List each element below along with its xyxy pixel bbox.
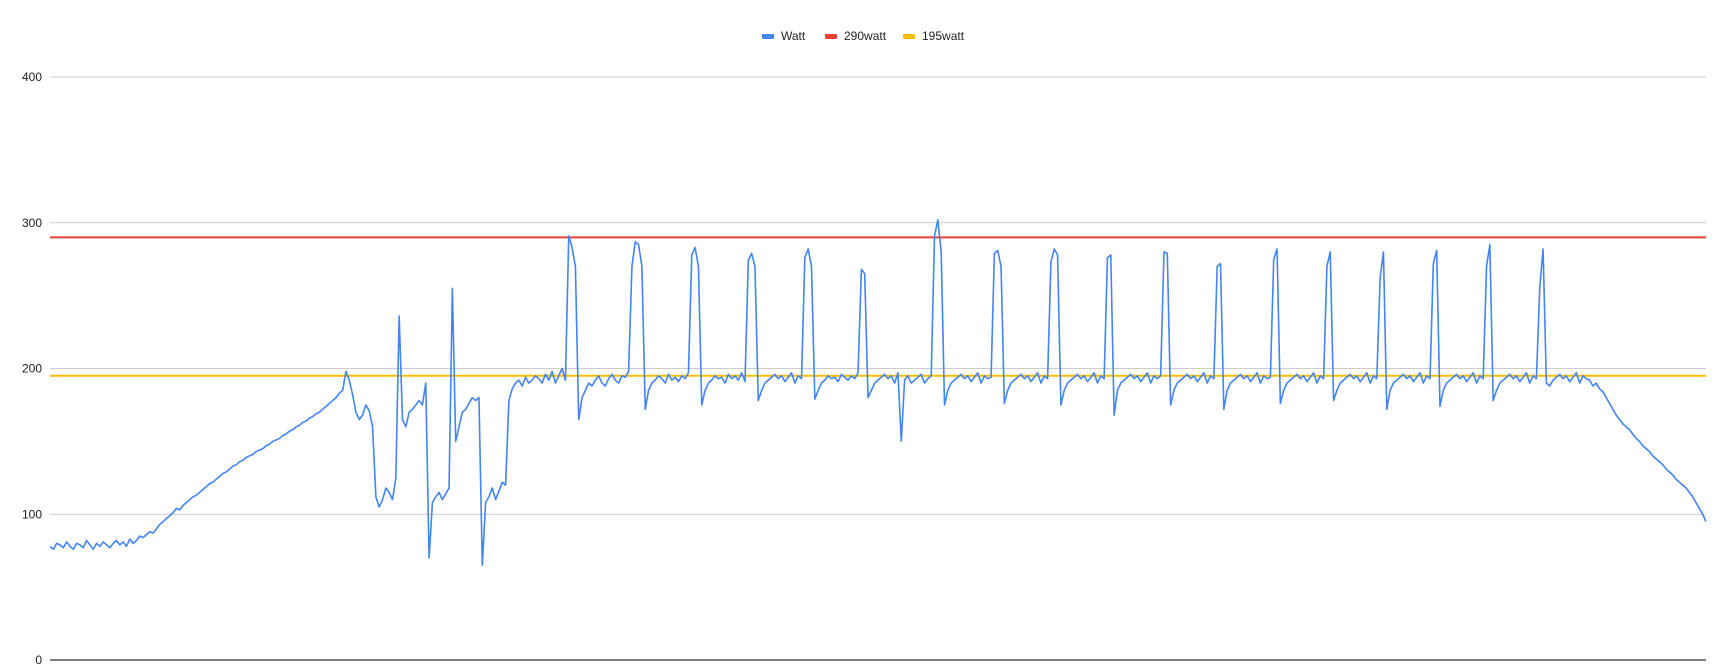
legend-swatch-290watt bbox=[825, 34, 837, 39]
y-tick-label-200: 200 bbox=[22, 362, 42, 376]
series-layer bbox=[49, 219, 1707, 567]
legend-item-290watt[interactable]: 290watt bbox=[825, 29, 887, 43]
legend-label-290watt: 290watt bbox=[844, 29, 887, 43]
y-tick-label-100: 100 bbox=[22, 507, 42, 521]
y-tick-label-300: 300 bbox=[22, 216, 42, 230]
legend-swatch-195watt bbox=[903, 34, 915, 39]
chart-svg: 0 100 200 300 400 Watt 290watt 195watt bbox=[22, 29, 1707, 667]
legend: Watt 290watt 195watt bbox=[762, 29, 965, 43]
y-axis: 0 100 200 300 400 bbox=[22, 70, 42, 667]
legend-label-195watt: 195watt bbox=[922, 29, 965, 43]
grid-layer bbox=[50, 76, 1706, 661]
reference-lines bbox=[50, 236, 1706, 377]
legend-item-watt[interactable]: Watt bbox=[762, 29, 806, 43]
legend-item-195watt[interactable]: 195watt bbox=[903, 29, 965, 43]
y-tick-label-0: 0 bbox=[35, 653, 42, 665]
y-tick-label-400: 400 bbox=[22, 70, 42, 84]
legend-swatch-watt bbox=[762, 34, 774, 39]
line-chart: 0 100 200 300 400 Watt 290watt 195watt bbox=[0, 0, 1717, 667]
series-line-watt bbox=[49, 219, 1707, 567]
legend-label-watt: Watt bbox=[781, 29, 806, 43]
